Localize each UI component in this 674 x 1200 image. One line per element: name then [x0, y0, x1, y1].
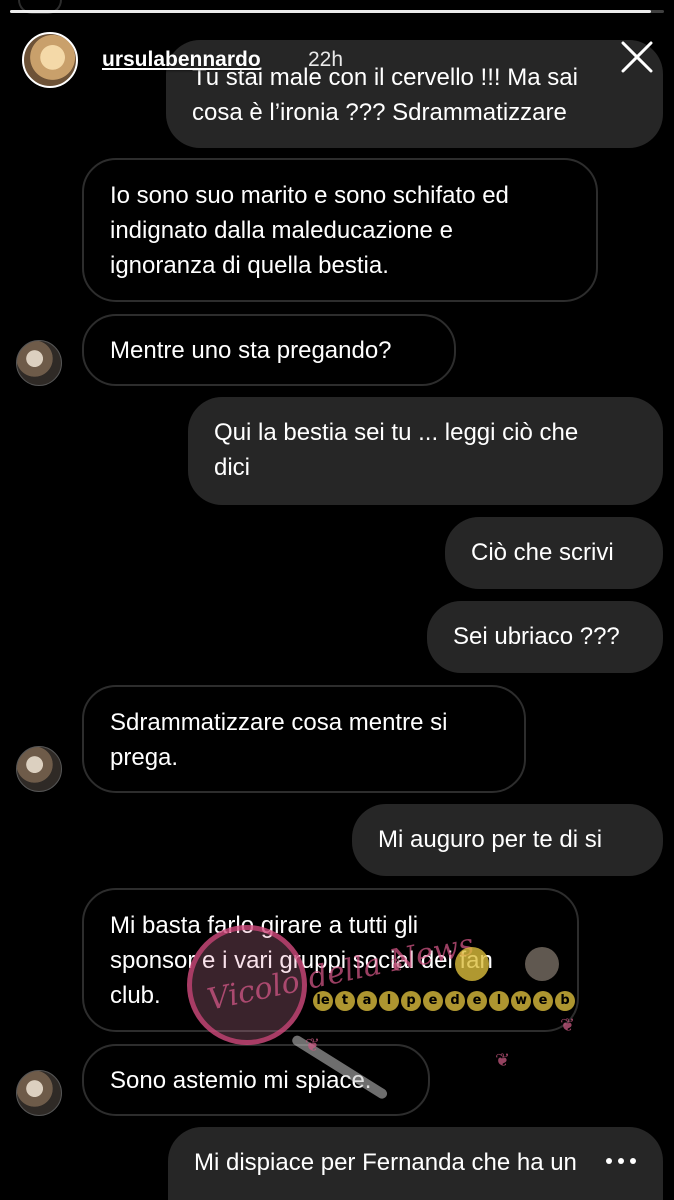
dot-icon: [630, 1158, 636, 1164]
paw-print-icon: ❦: [495, 1050, 511, 1070]
message-bubble-outgoing: Mi dispiace per Fernanda che ha un: [168, 1127, 663, 1200]
message-line: sponsor e i vari gruppi social dei fan: [110, 947, 493, 974]
dot-icon: [618, 1158, 624, 1164]
story-progress-fill: [10, 10, 651, 13]
message-line: Ciò che scrivi: [471, 539, 614, 566]
message-bubble-outgoing: Ciò che scrivi: [445, 517, 663, 589]
message-line: club.: [110, 982, 161, 1009]
sender-avatar[interactable]: [16, 1070, 62, 1116]
sender-avatar[interactable]: [16, 340, 62, 386]
story-progress-bar: [10, 10, 664, 13]
message-line: Mi basta farlo girare a tutti gli: [110, 912, 419, 939]
message-line: ignoranza di quella bestia.: [110, 252, 389, 279]
message-bubble-outgoing: Qui la bestia sei tu ... leggi ciò che d…: [188, 397, 663, 505]
message-line: Sei ubriaco ???: [453, 623, 620, 650]
close-icon: [621, 41, 653, 73]
story-header: ursulabennardo 22h: [22, 32, 654, 92]
user-avatar[interactable]: [22, 32, 78, 88]
message-line: cosa è l’ironia ??? Sdrammatizzare: [192, 99, 567, 126]
more-options-button[interactable]: [606, 1156, 636, 1166]
message-line: Io sono suo marito e sono schifato ed: [110, 182, 509, 209]
story-timestamp: 22h: [308, 48, 344, 71]
message-bubble-incoming: Sono astemio mi spiace.: [82, 1044, 430, 1116]
story-screen: Tu stai male con il cervello !!! Ma sai …: [0, 0, 674, 1200]
story-username[interactable]: ursulabennardo: [102, 48, 261, 72]
message-bubble-incoming: Sdrammatizzare cosa mentre si prega.: [82, 685, 526, 793]
message-bubble-incoming: Mi basta farlo girare a tutti gli sponso…: [82, 888, 579, 1032]
message-bubble-outgoing: Mi auguro per te di si: [352, 804, 663, 876]
message-line: dici: [214, 454, 251, 481]
dot-icon: [606, 1158, 612, 1164]
message-bubble-incoming: Mentre uno sta pregando?: [82, 314, 456, 386]
message-line: Mi dispiace per Fernanda che ha un: [194, 1149, 577, 1176]
close-button[interactable]: [620, 40, 654, 74]
message-line: Mi auguro per te di si: [378, 826, 603, 853]
message-bubble-outgoing: Sei ubriaco ???: [427, 601, 663, 673]
message-line: prega.: [110, 744, 179, 771]
message-line: Sono astemio mi spiace.: [110, 1067, 372, 1094]
sender-avatar[interactable]: [16, 746, 62, 792]
message-line: Sdrammatizzare cosa mentre si: [110, 709, 448, 736]
message-line: Mentre uno sta pregando?: [110, 337, 392, 364]
message-bubble-incoming: Io sono suo marito e sono schifato ed in…: [82, 158, 598, 302]
message-line: Qui la bestia sei tu ... leggi ciò che: [214, 419, 579, 446]
message-line: indignato dalla maleducazione e: [110, 217, 453, 244]
